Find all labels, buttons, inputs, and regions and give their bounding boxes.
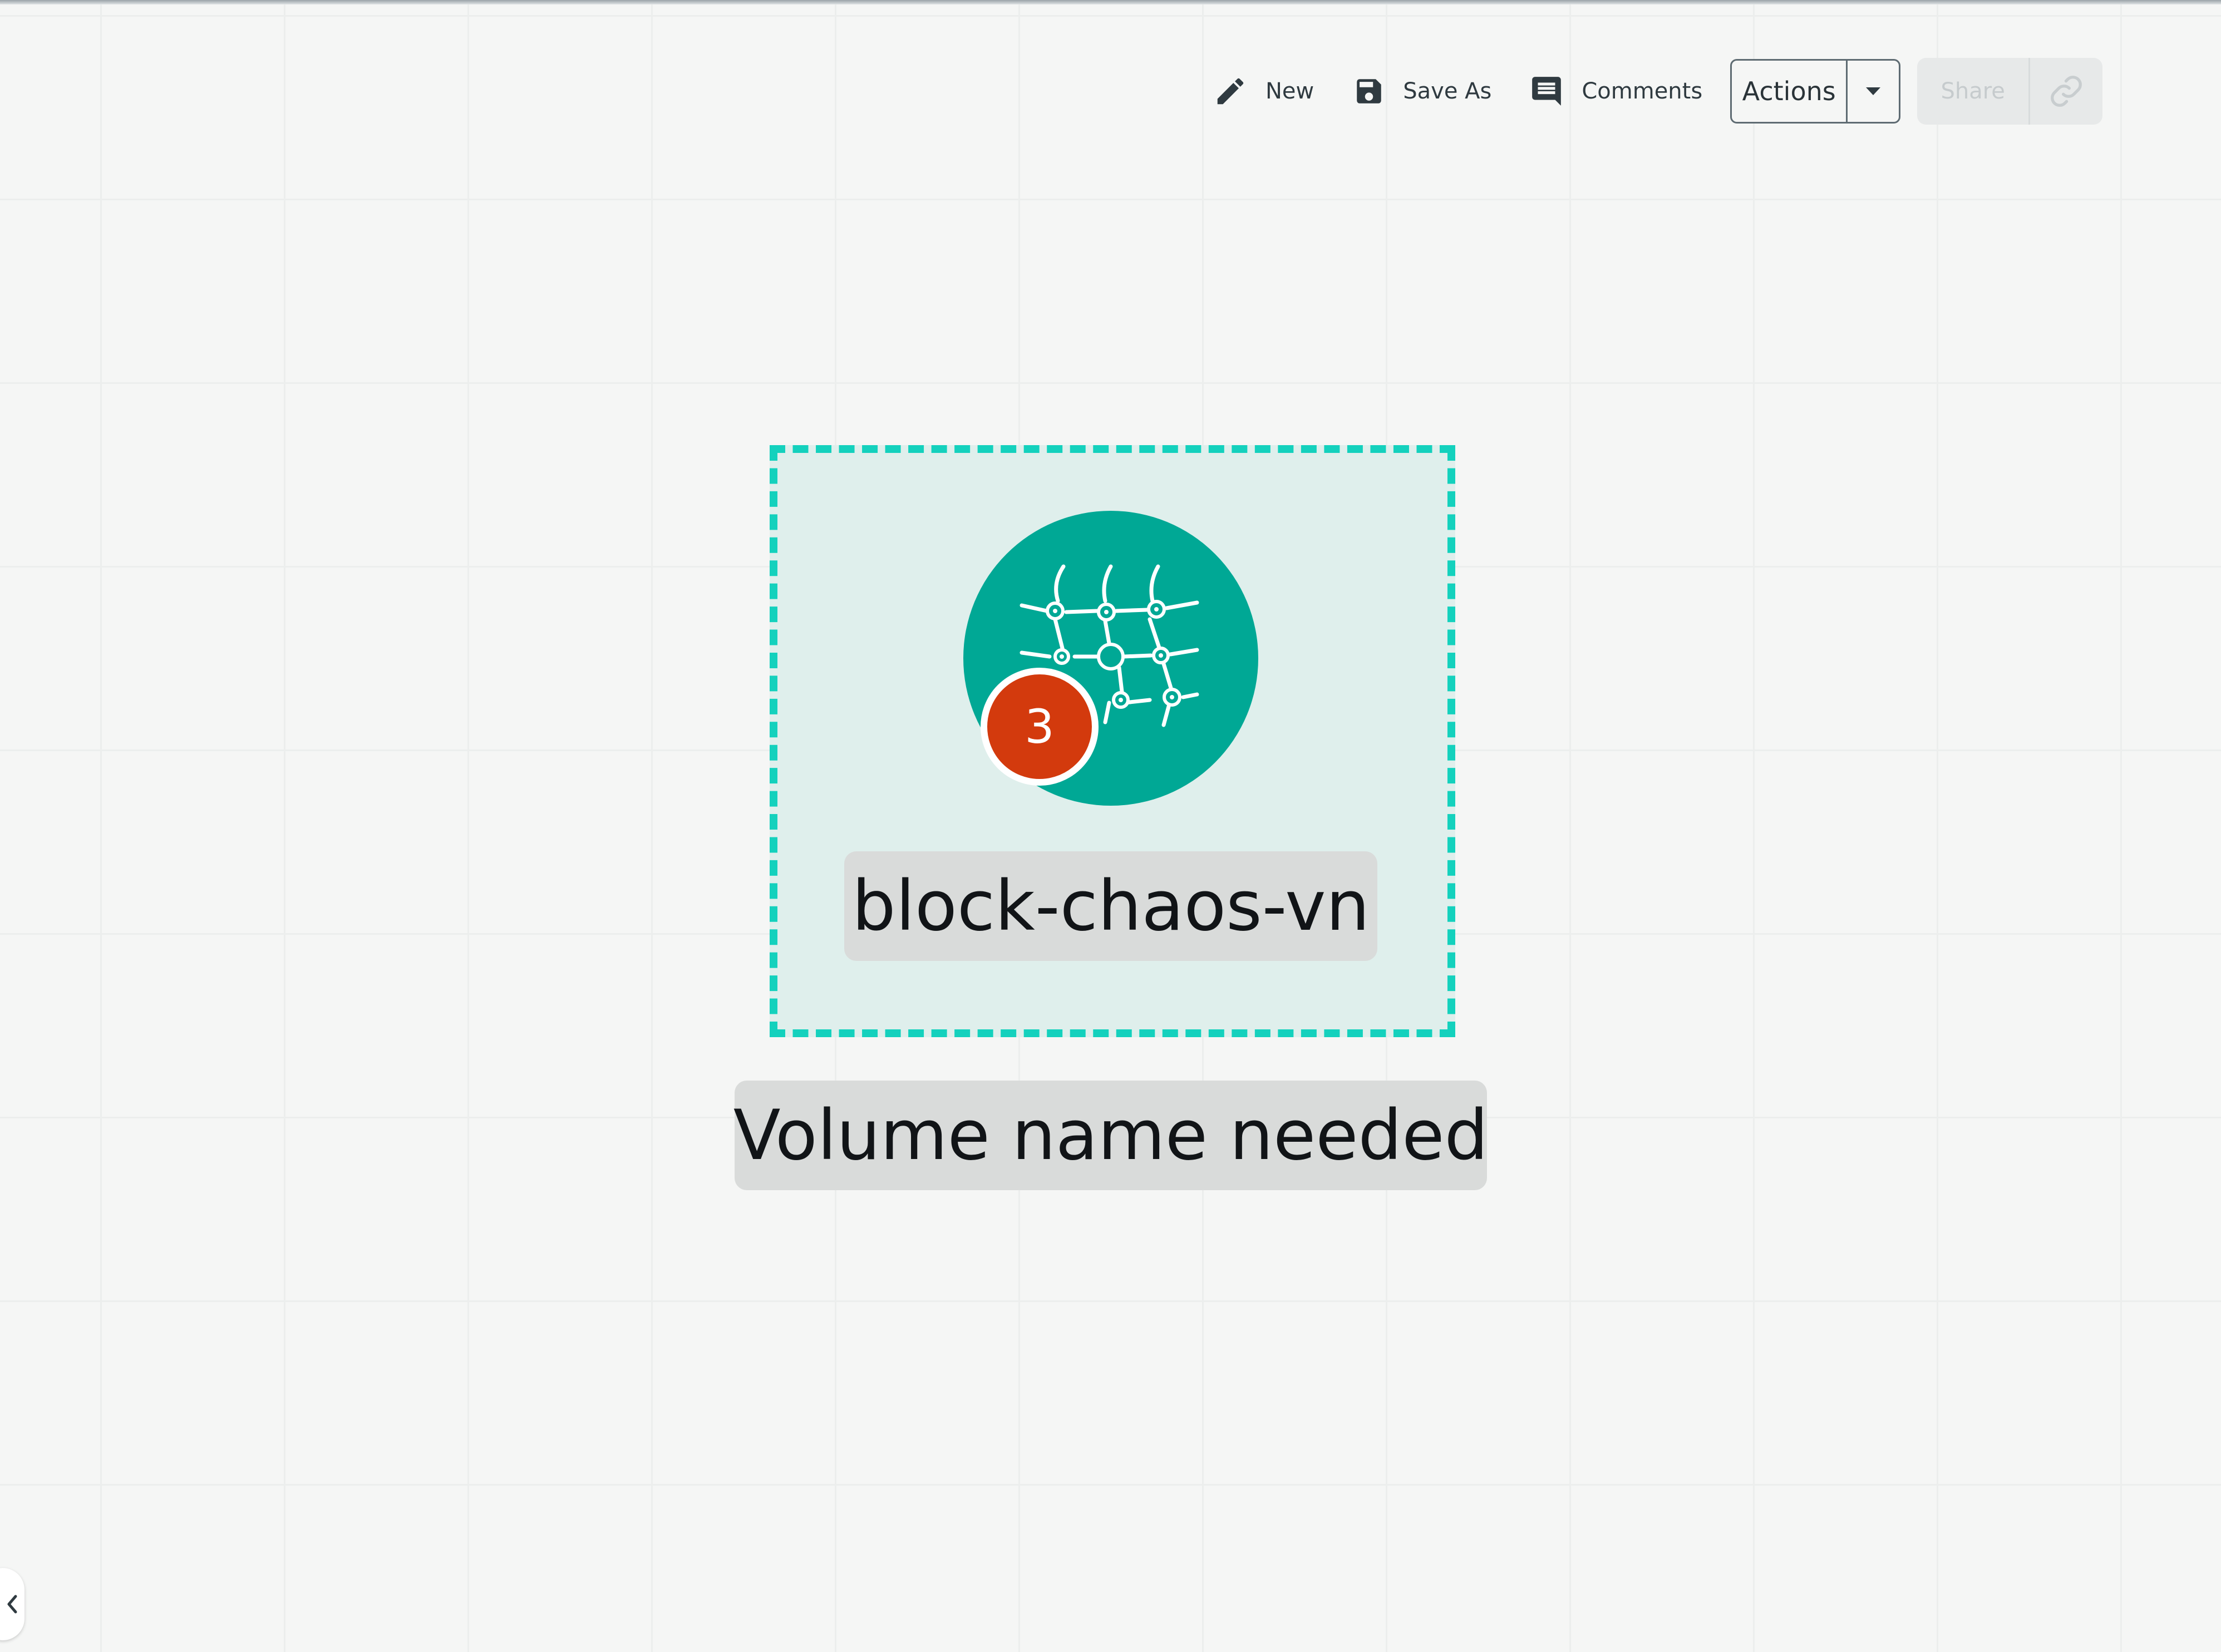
actions-dropdown-toggle[interactable] bbox=[1848, 61, 1899, 122]
node-name-label[interactable]: block-chaos-vn bbox=[844, 851, 1377, 961]
volume-name-warning-label[interactable]: Volume name needed bbox=[733, 1081, 1488, 1190]
actions-button[interactable]: Actions bbox=[1732, 61, 1848, 122]
toolbar: New Save As Comments Actions Share bbox=[1213, 58, 2103, 125]
link-icon bbox=[2051, 76, 2082, 107]
comments-button[interactable]: Comments bbox=[1529, 58, 1702, 125]
notification-count-badge[interactable]: 3 bbox=[981, 668, 1099, 786]
floppy-disk-icon bbox=[1357, 79, 1381, 103]
pencil-icon bbox=[1217, 78, 1244, 105]
new-button[interactable]: New bbox=[1213, 58, 1314, 125]
chevron-left-icon bbox=[7, 1595, 17, 1614]
comment-icon bbox=[1532, 77, 1562, 106]
save-as-button[interactable]: Save As bbox=[1353, 58, 1491, 125]
share-button[interactable]: Share bbox=[1917, 58, 2031, 125]
save-as-button-label: Save As bbox=[1403, 78, 1492, 104]
window-top-border bbox=[0, 0, 2221, 4]
sidebar-toggle-button[interactable] bbox=[0, 1568, 24, 1640]
copy-link-button[interactable] bbox=[2030, 58, 2102, 125]
actions-split-button: Actions bbox=[1730, 59, 1901, 124]
comments-button-label: Comments bbox=[1582, 78, 1703, 104]
share-group: Share bbox=[1917, 58, 2103, 125]
caret-down-icon bbox=[1866, 87, 1881, 95]
new-button-label: New bbox=[1265, 78, 1314, 104]
